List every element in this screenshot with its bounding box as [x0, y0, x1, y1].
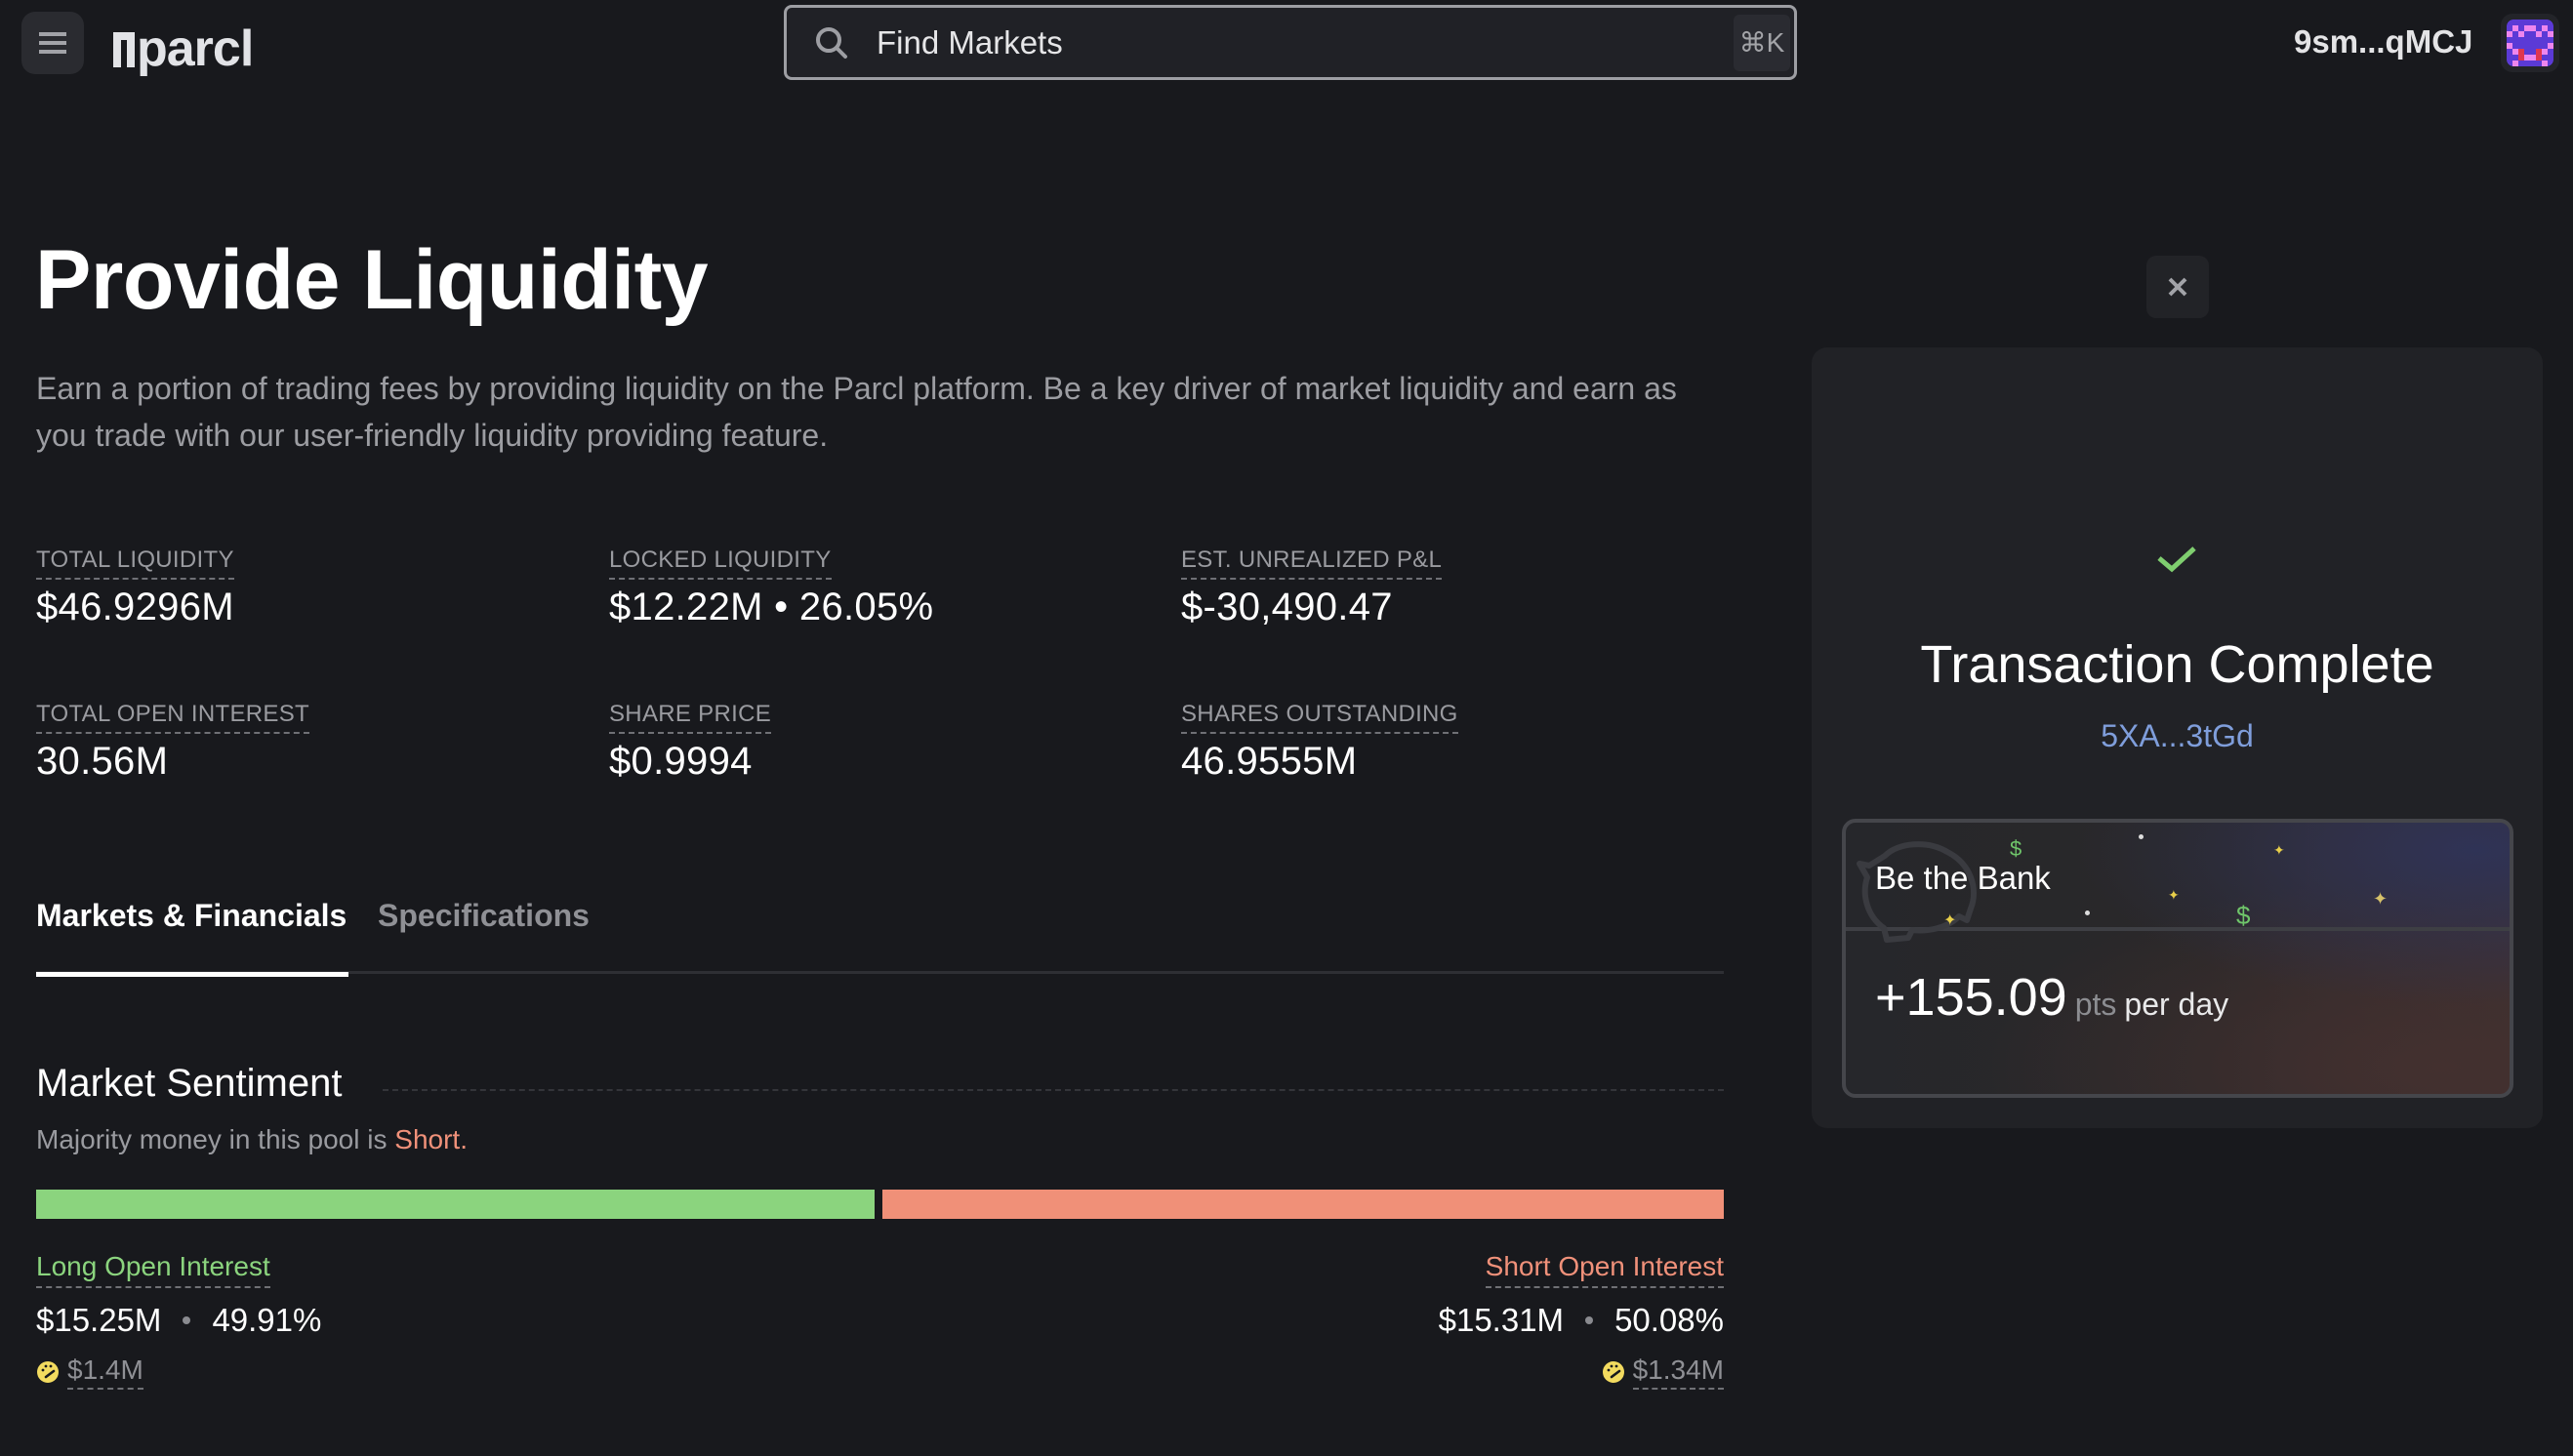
gauge-icon: [37, 1361, 59, 1383]
points-row: +155.09 pts per day: [1875, 967, 2228, 1028]
stat-label[interactable]: SHARES OUTSTANDING: [1181, 701, 1458, 734]
close-icon: [2168, 277, 2187, 297]
stat-value: 30.56M: [36, 740, 169, 783]
page-description: Earn a portion of trading fees by provid…: [36, 371, 1677, 453]
sparkle-icon: ✦: [2373, 889, 2389, 909]
tab-specifications[interactable]: Specifications: [378, 883, 590, 974]
stat-value: $-30,490.47: [1181, 586, 1393, 628]
separator-dot: [183, 1316, 191, 1324]
separator-dot: [1585, 1316, 1594, 1324]
search-bar[interactable]: ⌘K: [784, 5, 1797, 80]
stat-total-open-interest: TOTAL OPEN INTEREST 30.56M: [36, 701, 309, 784]
stat-value: $12.22M • 26.05%: [609, 586, 934, 628]
star-dot-icon: [2085, 910, 2090, 915]
points-period: per day: [2124, 987, 2229, 1022]
tab-markets-financials[interactable]: Markets & Financials: [36, 883, 348, 977]
stat-label[interactable]: SHARE PRICE: [609, 701, 772, 734]
search-icon: [816, 26, 847, 59]
parcl-logo-mark-icon: [113, 32, 135, 67]
stat-unrealized-pnl: EST. UNREALIZED P&L $-30,490.47: [1181, 546, 1443, 629]
stat-share-price: SHARE PRICE $0.9994: [609, 701, 772, 784]
hamburger-menu-icon: [39, 32, 66, 54]
avatar[interactable]: [2501, 14, 2559, 72]
star-dot-icon: [2139, 834, 2144, 839]
keyboard-shortcut-hint: ⌘K: [1734, 14, 1790, 71]
stat-locked-liquidity: LOCKED LIQUIDITY $12.22M • 26.05%: [609, 546, 933, 629]
gauge-icon: [1602, 1361, 1624, 1383]
stat-label[interactable]: TOTAL OPEN INTEREST: [36, 701, 309, 734]
long-amount: $15.25M: [36, 1302, 162, 1338]
short-amount: $15.31M: [1438, 1302, 1565, 1338]
menu-button[interactable]: [21, 12, 84, 74]
pixel-avatar-icon: [2507, 20, 2553, 66]
stat-label[interactable]: TOTAL LIQUIDITY: [36, 546, 234, 580]
points-unit: pts: [2074, 987, 2117, 1022]
stat-label[interactable]: EST. UNREALIZED P&L: [1181, 546, 1443, 580]
section-divider: [383, 1089, 1724, 1091]
transaction-hash-link[interactable]: 5XA...3tGd: [1812, 718, 2543, 754]
sparkle-icon: ✦: [2168, 887, 2180, 903]
short-fee-amount[interactable]: $1.34M: [1632, 1355, 1724, 1390]
long-fee-amount[interactable]: $1.4M: [67, 1355, 143, 1390]
parcl-logo[interactable]: parcl: [113, 20, 254, 77]
close-button[interactable]: [2146, 256, 2209, 318]
long-interest-bar: [36, 1190, 875, 1219]
market-sentiment-subtitle: Majority money in this pool is Short.: [36, 1124, 468, 1155]
page-title: Provide Liquidity: [35, 233, 709, 327]
search-input[interactable]: [877, 23, 1734, 61]
bank-card-title: Be the Bank: [1875, 860, 2051, 896]
short-interest-bar: [882, 1190, 1724, 1219]
dollar-sparkle-icon: $: [2236, 901, 2251, 930]
sparkle-icon: ✦: [2273, 842, 2285, 858]
stat-value: 46.9555M: [1181, 740, 1358, 783]
market-sentiment-title: Market Sentiment: [36, 1062, 343, 1105]
subtitle-text: Majority money in this pool is: [36, 1124, 395, 1154]
sparkle-icon: ✦: [1943, 912, 1957, 929]
tab-bar: Markets & Financials Specifications: [36, 883, 1724, 977]
long-percent: 49.91%: [212, 1302, 322, 1338]
short-fee: $1.34M: [1602, 1355, 1724, 1390]
stat-label[interactable]: LOCKED LIQUIDITY: [609, 546, 832, 580]
checkmark-icon: [2157, 546, 2196, 573]
stat-value: $0.9994: [609, 740, 753, 783]
bank-card-header: Be the Bank $ ✦ ✦ ✦ $ ✦: [1846, 823, 2510, 943]
majority-side: Short.: [394, 1124, 468, 1154]
logo-text: parcl: [137, 20, 254, 77]
points-value: +155.09: [1875, 968, 2067, 1027]
short-percent: 50.08%: [1614, 1302, 1724, 1338]
long-fee: $1.4M: [36, 1355, 143, 1390]
short-open-interest-label[interactable]: Short Open Interest: [1485, 1251, 1724, 1288]
stat-total-liquidity: TOTAL LIQUIDITY $46.9296M: [36, 546, 234, 629]
stat-shares-outstanding: SHARES OUTSTANDING 46.9555M: [1181, 701, 1458, 784]
stat-value: $46.9296M: [36, 586, 234, 628]
short-open-interest-values: $15.31M 50.08%: [1439, 1302, 1724, 1339]
wallet-address-button[interactable]: 9sm...qMCJ: [2294, 20, 2472, 64]
long-open-interest-values: $15.25M 49.91%: [36, 1302, 321, 1339]
transaction-status-title: Transaction Complete: [1920, 635, 2434, 694]
be-the-bank-card: Be the Bank $ ✦ ✦ ✦ $ ✦ +155.09 pts per …: [1842, 819, 2513, 1098]
dollar-sparkle-icon: $: [2010, 836, 2022, 861]
long-open-interest-label[interactable]: Long Open Interest: [36, 1251, 270, 1288]
